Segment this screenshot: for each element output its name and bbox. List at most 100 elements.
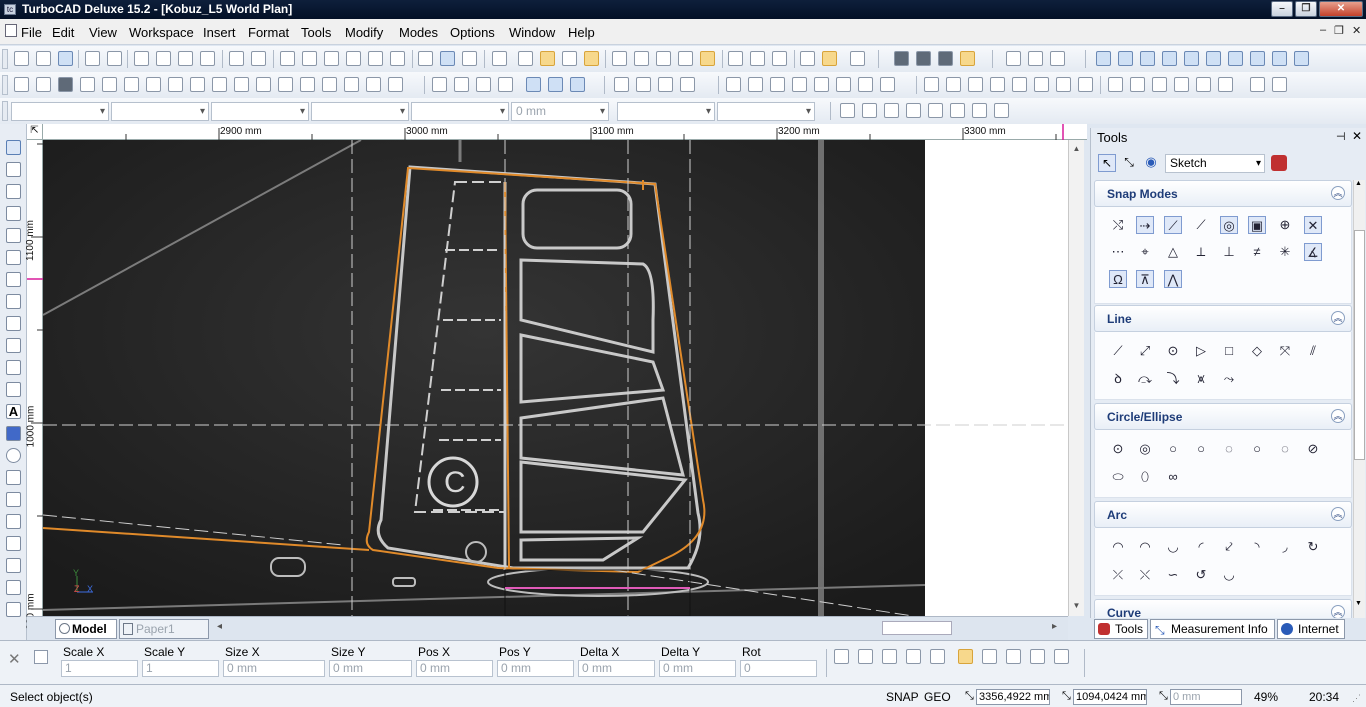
measure-icon[interactable]	[6, 492, 21, 507]
lights-icon[interactable]	[678, 51, 693, 66]
mid-point-icon[interactable]	[906, 103, 921, 118]
flip-icon[interactable]	[1030, 649, 1045, 664]
menu-view[interactable]: View	[89, 25, 117, 40]
mdi-close-icon[interactable]: ✕	[1352, 24, 1361, 37]
camera-icon[interactable]	[612, 51, 627, 66]
tab-paper1[interactable]: Paper1	[119, 619, 209, 639]
section-arc[interactable]: Arc ︽	[1094, 501, 1352, 528]
pen-width-combo[interactable]	[311, 102, 409, 121]
frame-icon[interactable]	[6, 602, 21, 617]
cube-iso-sw-icon[interactable]	[1294, 51, 1309, 66]
spell-check-icon[interactable]	[492, 51, 507, 66]
grid-icon[interactable]	[518, 51, 533, 66]
bend-icon[interactable]	[388, 77, 403, 92]
circle-concentric-icon[interactable]: ◎	[1136, 440, 1154, 458]
open-folder-icon[interactable]	[36, 51, 51, 66]
circle-tangent-icon[interactable]: ◌	[1220, 440, 1238, 458]
size-combo[interactable]: 0 mm	[511, 102, 609, 121]
stamp-icon[interactable]	[930, 649, 945, 664]
circle-two-point-icon[interactable]: ○	[1164, 440, 1182, 458]
select-snap-icon[interactable]	[840, 103, 855, 118]
blue-split-icon[interactable]	[570, 77, 585, 92]
panel-scroll-thumb[interactable]	[1354, 230, 1365, 460]
copy-array-icon[interactable]	[726, 77, 741, 92]
tab-tools[interactable]: Tools	[1094, 619, 1148, 639]
pen-pattern-combo[interactable]	[411, 102, 509, 121]
cut-icon[interactable]	[134, 51, 149, 66]
render-mode-icon[interactable]	[960, 51, 975, 66]
polyline-icon[interactable]	[6, 338, 21, 353]
library-icon[interactable]	[728, 51, 743, 66]
tangent-icon[interactable]	[994, 103, 1009, 118]
vertical-scrollbar[interactable]: ▲ ▼	[1068, 140, 1084, 616]
select-arrow-icon[interactable]	[6, 140, 21, 155]
zoom-extents-icon[interactable]	[346, 51, 361, 66]
tab-internet[interactable]: Internet	[1277, 619, 1345, 639]
sweep-icon[interactable]	[212, 77, 227, 92]
fill-combo[interactable]	[717, 102, 815, 121]
circle-tangent-arc-icon[interactable]: ○	[1248, 440, 1266, 458]
close-window-icon[interactable]: ✕	[1319, 1, 1363, 17]
mesh-icon[interactable]	[300, 77, 315, 92]
align-icon[interactable]	[1006, 51, 1021, 66]
z-coordinate-field[interactable]: 0 mm	[1170, 689, 1242, 705]
horizontal-scroll-thumb[interactable]	[882, 621, 952, 635]
paint-icon[interactable]	[6, 558, 21, 573]
tab-model[interactable]: Model	[55, 619, 117, 639]
dimension-icon[interactable]	[1152, 77, 1167, 92]
compass-icon[interactable]	[6, 448, 21, 463]
surface-icon[interactable]	[6, 360, 21, 375]
extrude-icon[interactable]	[322, 77, 337, 92]
break-icon[interactable]	[924, 77, 939, 92]
split-icon[interactable]	[990, 77, 1005, 92]
radial-copy-icon[interactable]	[748, 77, 763, 92]
layers-icon[interactable]	[440, 51, 455, 66]
render-icon[interactable]	[656, 51, 671, 66]
arc-double-point-icon[interactable]: ◠	[1136, 538, 1154, 556]
arc-fixed-icon[interactable]: ⤬	[1136, 566, 1154, 584]
drawing-canvas[interactable]: C Y Z X	[43, 140, 1068, 616]
snap-perpendicular-icon[interactable]: ⟂	[1192, 243, 1210, 261]
line-polygon-icon[interactable]: ⊙	[1164, 342, 1182, 360]
zoom-previous-icon[interactable]	[390, 51, 405, 66]
single-line-icon[interactable]	[6, 184, 21, 199]
cube-front-icon[interactable]	[1096, 51, 1111, 66]
ellipse-rotated-icon[interactable]: ⬯	[1136, 468, 1154, 486]
line-curve-tangent-icon[interactable]: ⤼	[1136, 370, 1154, 388]
view-3d-icon[interactable]	[634, 51, 649, 66]
snap-alignment-icon[interactable]: ⋀	[1164, 270, 1182, 288]
matrix-copy-icon[interactable]	[792, 77, 807, 92]
line-rectangle-icon[interactable]: □	[1220, 342, 1238, 360]
cube-iso-nw-icon[interactable]	[1250, 51, 1265, 66]
shade-icon[interactable]	[894, 51, 909, 66]
pin-icon[interactable]: ⊣	[1336, 130, 1346, 143]
pos-x-field[interactable]: 0 mm	[416, 660, 493, 677]
minimize-icon[interactable]: –	[1271, 1, 1293, 17]
resize-grip-icon[interactable]: ⋰	[1352, 693, 1361, 704]
menu-window[interactable]: Window	[509, 25, 555, 40]
snap-settings-icon[interactable]	[562, 51, 577, 66]
y-coordinate-field[interactable]: 1094,0424 mm	[1073, 689, 1147, 705]
snap-select-icon[interactable]: ⤭	[1109, 216, 1127, 234]
chamfer-2d-icon[interactable]	[1130, 77, 1145, 92]
arc-tool-icon[interactable]	[1078, 77, 1093, 92]
cube-bottom-icon[interactable]	[1206, 51, 1221, 66]
select-by-icon[interactable]	[858, 649, 873, 664]
tab-scroll-right-icon[interactable]: ▸	[1052, 621, 1057, 632]
hidden-line-icon[interactable]	[938, 51, 953, 66]
document-icon[interactable]	[5, 24, 17, 37]
line-tangent-icon[interactable]: ꝺ	[1109, 370, 1127, 388]
bar-chart-icon[interactable]	[772, 51, 787, 66]
shell-icon[interactable]	[256, 77, 271, 92]
snap-nearest-icon[interactable]: ⟋	[1192, 216, 1210, 234]
size-x-field[interactable]: 0 mm	[223, 660, 325, 677]
slab-icon[interactable]	[168, 77, 183, 92]
wedge-icon[interactable]	[124, 77, 139, 92]
line-multi-icon[interactable]: ⤢	[1136, 342, 1154, 360]
delete-segment-icon[interactable]	[946, 77, 961, 92]
menu-file[interactable]: File	[21, 25, 42, 40]
materials-icon[interactable]	[700, 51, 715, 66]
torus-icon[interactable]	[80, 77, 95, 92]
maximize-icon[interactable]: ❐	[1295, 1, 1317, 17]
fillet-2d-icon[interactable]	[1108, 77, 1123, 92]
